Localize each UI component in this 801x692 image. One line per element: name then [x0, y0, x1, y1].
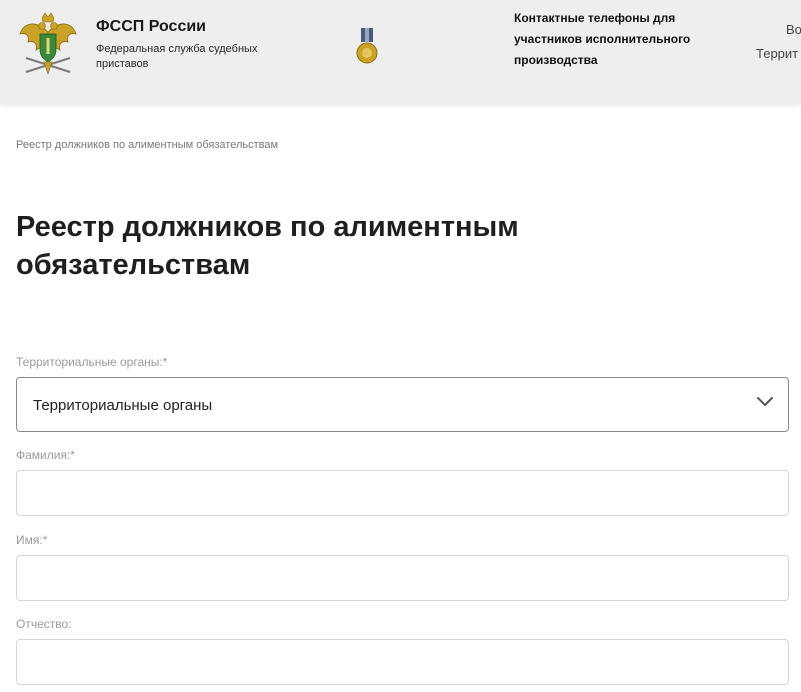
lastname-field[interactable] — [16, 470, 789, 516]
header-nav-item-2[interactable]: Террит — [756, 46, 798, 61]
fssp-emblem-icon[interactable] — [18, 12, 78, 80]
header-nav-item-1[interactable]: Во — [756, 18, 801, 42]
chevron-down-icon[interactable] — [756, 396, 774, 408]
territorial-select[interactable]: Территориальные органы — [16, 377, 789, 432]
breadcrumb: Реестр должников по алиментным обязатель… — [16, 139, 279, 151]
patronymic-label: Отчество: — [16, 617, 72, 631]
brand-subtitle: Федеральная служба судебных приставов — [96, 43, 258, 70]
header-nav-cut[interactable]: Во Террит — [756, 18, 801, 66]
brand-title[interactable]: ФССП России — [96, 18, 206, 36]
page-title: Реестр должников по алиментным обязатель… — [16, 211, 519, 281]
site-header: ФССП России Федеральная служба судебных … — [0, 0, 801, 104]
lastname-label: Фамилия:* — [16, 448, 75, 462]
firstname-field[interactable] — [16, 555, 789, 601]
contacts-link[interactable]: Контактные телефоны для участников испол… — [514, 8, 694, 71]
medal-icon — [356, 28, 378, 64]
territorial-label: Территориальные органы:* — [16, 355, 168, 369]
territorial-selected-value: Территориальные органы — [33, 397, 213, 414]
firstname-label: Имя:* — [16, 533, 48, 547]
patronymic-field[interactable] — [16, 639, 789, 685]
